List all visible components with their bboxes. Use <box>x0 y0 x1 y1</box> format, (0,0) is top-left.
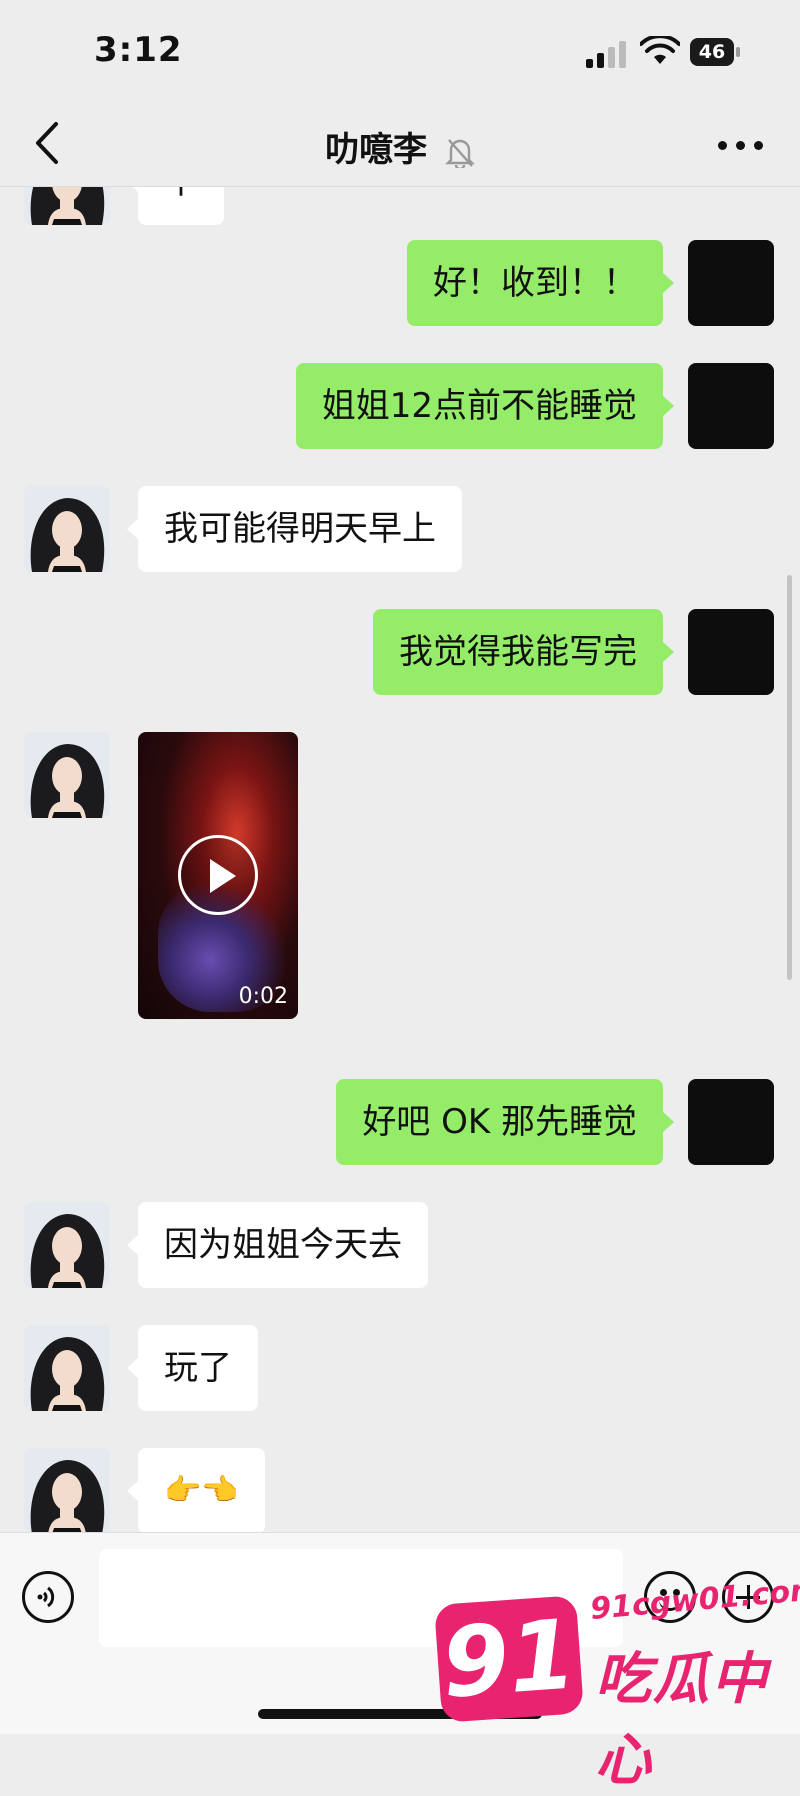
cellular-signal-icon <box>586 40 626 68</box>
watermark: 91 91cgw01.com 吃瓜中心 <box>430 1560 800 1793</box>
message-bubble-received[interactable]: 👉👈 <box>127 1448 265 1532</box>
contact-avatar[interactable] <box>24 1325 110 1411</box>
watermark-badge: 91 <box>434 1595 584 1723</box>
video-duration: 0:02 <box>238 984 288 1009</box>
video-message[interactable]: 0:02 <box>138 732 298 1019</box>
scrollbar[interactable] <box>787 575 792 980</box>
chat-header: 叻噫李 <box>0 100 800 187</box>
message-bubble-sent[interactable]: 姐姐12点前不能睡觉 <box>295 363 675 449</box>
battery-level: 46 <box>690 38 734 66</box>
battery-icon: 46 <box>690 38 740 66</box>
message-bubble-received[interactable]: 玩了 <box>127 1325 258 1411</box>
wifi-icon <box>640 36 680 64</box>
play-icon[interactable] <box>178 835 258 915</box>
message-bubble-sent[interactable]: 好吧 OK 那先睡觉 <box>336 1079 674 1165</box>
chat-title: 叻噫李 <box>0 122 800 171</box>
message-bubble-received[interactable]: 我可能得明天早上 <box>127 486 462 572</box>
contact-name: 叻噫李 <box>325 130 428 170</box>
mute-bell-icon <box>445 138 475 168</box>
contact-avatar[interactable] <box>24 732 110 818</box>
message-list[interactable]: 不 好！收到！！ 姐姐12点前不能睡觉 我可能得明天早上 我觉得我能写完 0:0… <box>0 187 800 1532</box>
contact-avatar[interactable] <box>24 1202 110 1288</box>
my-avatar[interactable] <box>688 609 774 695</box>
watermark-url: 91cgw01.com <box>588 1571 800 1628</box>
contact-avatar[interactable] <box>24 1448 110 1532</box>
message-bubble-sent[interactable]: 好！收到！！ <box>407 240 674 326</box>
status-time: 3:12 <box>94 30 183 70</box>
my-avatar[interactable] <box>688 240 774 326</box>
more-icon[interactable] <box>718 138 764 152</box>
status-bar: 3:12 46 <box>0 0 800 100</box>
message-bubble-sent[interactable]: 我觉得我能写完 <box>373 609 674 695</box>
watermark-name: 吃瓜中心 <box>595 1647 769 1793</box>
message-bubble-received[interactable]: 因为姐姐今天去 <box>127 1202 428 1288</box>
contact-avatar[interactable] <box>24 486 110 572</box>
my-avatar[interactable] <box>688 363 774 449</box>
voice-icon[interactable] <box>22 1571 74 1623</box>
my-avatar[interactable] <box>688 1079 774 1165</box>
contact-avatar[interactable] <box>24 187 110 225</box>
message-bubble-received[interactable]: 不 <box>127 187 224 225</box>
